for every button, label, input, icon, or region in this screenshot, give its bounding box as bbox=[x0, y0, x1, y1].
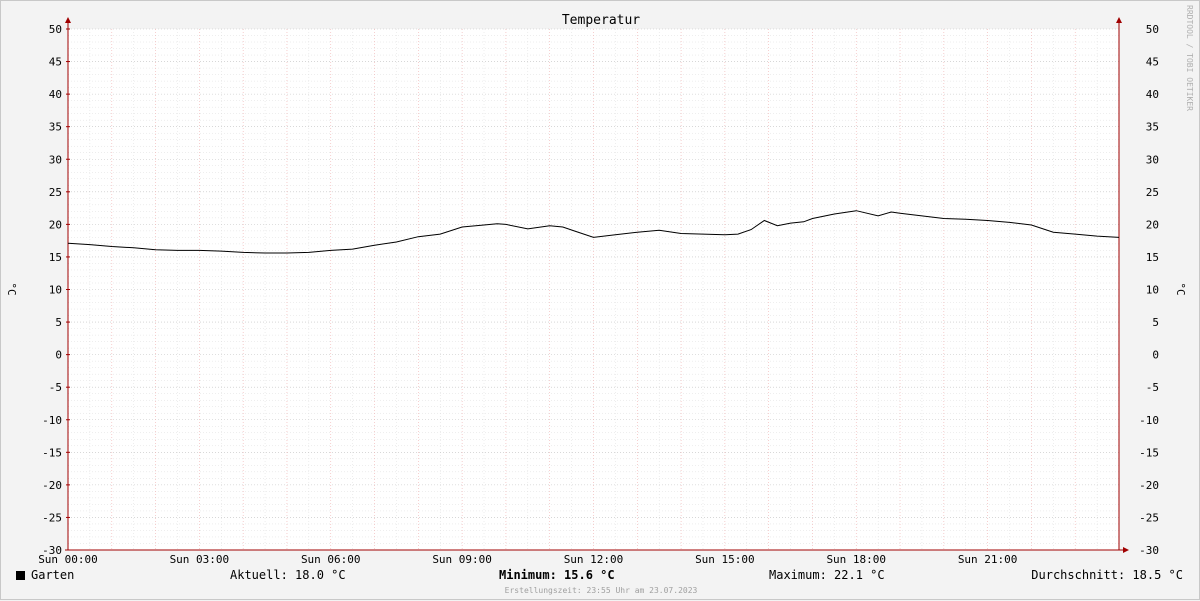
y-tick-label-left: 5 bbox=[55, 316, 62, 329]
y-tick-labels-left: 50454035302520151050-5-10-15-20-25-30 bbox=[42, 23, 62, 557]
x-tick-label: Sun 12:00 bbox=[564, 553, 624, 566]
x-tick-label: Sun 03:00 bbox=[170, 553, 230, 566]
x-tick-label: Sun 15:00 bbox=[695, 553, 755, 566]
y-tick-label-right: 15 bbox=[1146, 251, 1159, 264]
y-tick-label-left: 15 bbox=[49, 251, 62, 264]
y-tick-label-right: -10 bbox=[1139, 414, 1159, 427]
x-tick-label: Sun 00:00 bbox=[38, 553, 98, 566]
y-tick-label-right: -30 bbox=[1139, 544, 1159, 557]
stat-maximum: Maximum: 22.1 °C bbox=[769, 568, 885, 582]
y-axis-right-arrow bbox=[1116, 17, 1122, 23]
stat-current: Aktuell: 18.0 °C bbox=[230, 568, 346, 582]
y-tick-label-right: 30 bbox=[1146, 153, 1159, 166]
y-tick-label-left: -20 bbox=[42, 479, 62, 492]
creation-timestamp: Erstellungszeit: 23:55 Uhr am 23.07.2023 bbox=[504, 586, 698, 595]
y-axis-label-left: °C bbox=[5, 282, 18, 295]
y-tick-label-left: -15 bbox=[42, 446, 62, 459]
y-tick-labels-right: 50454035302520151050-5-10-15-20-25-30 bbox=[1139, 23, 1159, 557]
rrdtool-watermark: RRDTOOL / TOBI OETIKER bbox=[1185, 5, 1194, 111]
y-tick-label-right: 0 bbox=[1152, 349, 1159, 362]
y-tick-label-right: 50 bbox=[1146, 23, 1159, 36]
y-tick-label-right: 35 bbox=[1146, 121, 1159, 134]
y-tick-label-right: 5 bbox=[1152, 316, 1159, 329]
x-tick-label: Sun 06:00 bbox=[301, 553, 361, 566]
y-tick-label-left: 30 bbox=[49, 153, 62, 166]
x-tick-label: Sun 18:00 bbox=[826, 553, 886, 566]
y-axis-label-right: °C bbox=[1174, 282, 1187, 295]
x-tick-label: Sun 21:00 bbox=[958, 553, 1018, 566]
y-tick-label-left: 25 bbox=[49, 186, 62, 199]
stat-average-value: 18.5 °C bbox=[1132, 568, 1183, 582]
y-tick-label-right: 20 bbox=[1146, 218, 1159, 231]
temperature-chart: 50454035302520151050-5-10-15-20-25-30 50… bbox=[5, 13, 1187, 566]
stat-minimum-value: 15.6 °C bbox=[564, 568, 615, 582]
x-tick-label: Sun 09:00 bbox=[432, 553, 492, 566]
stat-maximum-label: Maximum: bbox=[769, 568, 827, 582]
y-tick-label-right: 10 bbox=[1146, 284, 1159, 297]
y-tick-label-left: 10 bbox=[49, 284, 62, 297]
y-tick-label-right: -20 bbox=[1139, 479, 1159, 492]
stat-average-label: Durchschnitt: bbox=[1031, 568, 1126, 582]
y-axis-left-arrow bbox=[65, 17, 71, 23]
y-tick-label-right: -5 bbox=[1146, 381, 1159, 394]
x-tick-labels: Sun 00:00 Sun 03:00 Sun 06:00 Sun 09:00 Sun … bbox=[38, 553, 1017, 566]
y-tick-label-right: 45 bbox=[1146, 56, 1159, 69]
y-tick-label-left: -25 bbox=[42, 511, 62, 524]
stat-current-label: Aktuell: bbox=[230, 568, 288, 582]
stat-average: Durchschnitt: 18.5 °C bbox=[1031, 568, 1183, 582]
y-tick-label-left: 0 bbox=[55, 349, 62, 362]
y-tick-label-right: 25 bbox=[1146, 186, 1159, 199]
stat-minimum: Minimum: 15.6 °C bbox=[499, 568, 615, 582]
stat-maximum-value: 22.1 °C bbox=[834, 568, 885, 582]
y-tick-label-right: 40 bbox=[1146, 88, 1159, 101]
stat-current-value: 18.0 °C bbox=[295, 568, 346, 582]
y-tick-label-left: 35 bbox=[49, 121, 62, 134]
y-tick-label-right: -15 bbox=[1139, 446, 1159, 459]
x-axis-arrow bbox=[1123, 547, 1129, 553]
legend-label-garten: Garten bbox=[31, 568, 75, 582]
y-tick-label-left: 20 bbox=[49, 218, 62, 231]
legend-swatch-garten bbox=[16, 571, 25, 580]
y-tick-label-left: -5 bbox=[49, 381, 62, 394]
chart-frame: 50 45 40 35 30 25 20 15 10 5 0 -5 -10 -15 -20 -25 -30 50… bbox=[0, 0, 1200, 600]
y-tick-label-left: 45 bbox=[49, 56, 62, 69]
chart-title: Temperatur bbox=[562, 13, 640, 28]
y-tick-label-left: 40 bbox=[49, 88, 62, 101]
y-tick-label-right: -25 bbox=[1139, 511, 1159, 524]
stat-minimum-label: Minimum: bbox=[499, 568, 557, 582]
y-tick-label-left: -10 bbox=[42, 414, 62, 427]
y-tick-label-left: 50 bbox=[49, 23, 62, 36]
